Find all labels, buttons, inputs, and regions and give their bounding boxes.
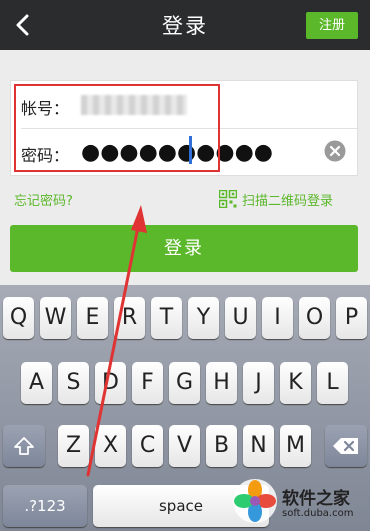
annotation-arrow: [86, 205, 147, 477]
watermark-url: soft.duba.com: [282, 508, 354, 519]
watermark-name: 软件之家: [282, 489, 350, 509]
pinwheel-logo-icon: [233, 479, 277, 523]
